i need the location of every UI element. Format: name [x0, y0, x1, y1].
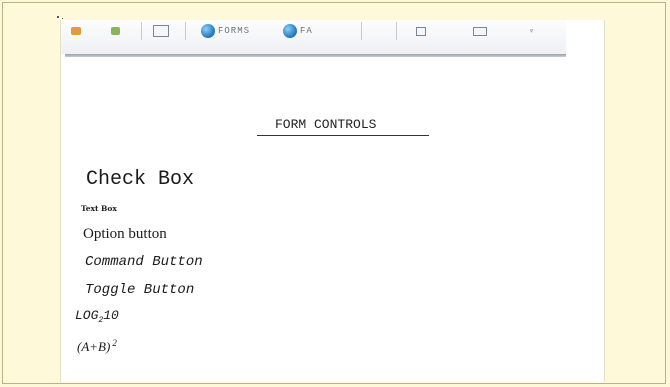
check-box-label: Check Box	[86, 168, 195, 191]
window-icon	[153, 25, 169, 37]
toggle-button-label: Toggle Button	[85, 282, 195, 298]
toolbar-button-minimize[interactable]	[416, 20, 426, 42]
tool-icon	[71, 27, 81, 35]
globe-icon	[201, 24, 215, 38]
toolbar-button-options[interactable]: ▿	[529, 20, 535, 42]
toolbar-tab-label: FORMS	[218, 26, 251, 36]
toolbar-button-box[interactable]	[153, 20, 169, 42]
option-button-label: Option button	[83, 226, 167, 242]
log-expression: LOG210	[75, 308, 119, 325]
toolbar-button-window[interactable]	[473, 20, 487, 42]
toolbar-separator	[396, 22, 397, 40]
toolbar: FORMS FA ▿	[61, 20, 566, 54]
toolbar-tab-forms[interactable]: FORMS	[201, 20, 250, 42]
artifact-dot	[57, 16, 59, 18]
tool-icon	[111, 27, 120, 35]
log-suffix: 10	[103, 308, 119, 323]
toolbar-separator	[141, 22, 142, 40]
log-prefix: LOG	[75, 308, 99, 323]
ab-squared-expression: (A+B) 2	[77, 338, 117, 355]
globe-icon	[283, 24, 297, 38]
toolbar-divider	[65, 54, 566, 57]
options-icon: ▿	[529, 27, 535, 36]
toolbar-tab-label: FA	[300, 26, 313, 36]
toolbar-button-green[interactable]	[111, 20, 120, 42]
toolbar-tab-second[interactable]: FA	[283, 20, 313, 42]
text-box-label: Text Box	[81, 204, 117, 213]
toolbar-button-orange[interactable]	[71, 20, 81, 42]
artifact-dot	[62, 18, 63, 19]
command-button-label: Command Button	[85, 254, 203, 270]
window-icon	[473, 26, 487, 36]
toolbar-separator	[361, 22, 362, 40]
ab-base: (A+B)	[77, 339, 111, 354]
page-title: FORM CONTROLS	[275, 117, 377, 132]
document-screenshot: FORMS FA ▿ FORM CONTROLS Check Box Text …	[60, 20, 605, 382]
window-icon	[416, 26, 426, 36]
ab-exponent: 2	[112, 338, 117, 348]
toolbar-separator	[185, 22, 186, 40]
title-underline	[257, 135, 429, 136]
